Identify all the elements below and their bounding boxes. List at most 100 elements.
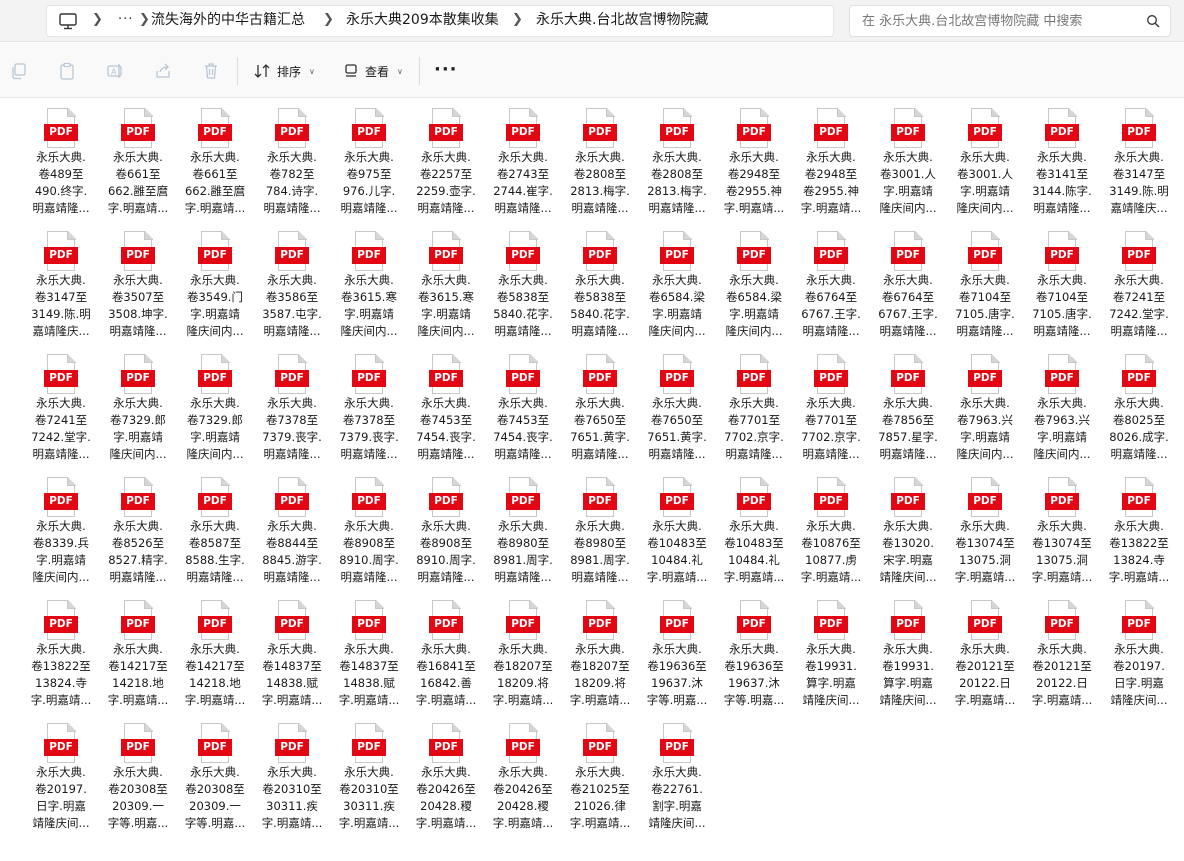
file-item[interactable]: PDF 永乐大典. 卷5838至 5840.花字. 明嘉靖隆... — [485, 227, 561, 340]
file-item[interactable]: PDF 永乐大典. 卷8908至 8910.周字. 明嘉靖隆... — [408, 473, 484, 586]
file-item[interactable]: PDF 永乐大典. 卷10483至 10484.礼 字.明嘉靖... — [639, 473, 715, 586]
search-icon[interactable] — [1146, 14, 1160, 28]
rename-icon[interactable]: A — [106, 62, 124, 80]
file-item[interactable]: PDF 永乐大典. 卷7963.兴 字.明嘉靖 隆庆间内... — [947, 350, 1023, 463]
file-item[interactable]: PDF 永乐大典. 卷3549.门 字.明嘉靖 隆庆间内... — [177, 227, 253, 340]
file-item[interactable]: PDF 永乐大典. 卷8980至 8981.周字. 明嘉靖隆... — [562, 473, 638, 586]
file-item[interactable]: PDF 永乐大典. 卷6764至 6767.王字. 明嘉靖隆... — [793, 227, 869, 340]
file-item[interactable]: PDF 永乐大典. 卷3001.人 字.明嘉靖 隆庆间内... — [870, 104, 946, 217]
file-item[interactable]: PDF 永乐大典. 卷6584.梁 字.明嘉靖 隆庆间内... — [716, 227, 792, 340]
file-item[interactable]: PDF 永乐大典. 卷8025至 8026.成字. 明嘉靖隆... — [1101, 350, 1177, 463]
file-item[interactable]: PDF 永乐大典. 卷7856至 7857.星字. 明嘉靖隆... — [870, 350, 946, 463]
file-item[interactable]: PDF 永乐大典. 卷2948至 卷2955.神 字.明嘉靖... — [716, 104, 792, 217]
file-item[interactable]: PDF 永乐大典. 卷6764至 6767.王字. 明嘉靖隆... — [870, 227, 946, 340]
file-item[interactable]: PDF 永乐大典. 卷7650至 7651.黄字. 明嘉靖隆... — [562, 350, 638, 463]
file-item[interactable]: PDF 永乐大典. 卷21025至 21026.律 字.明嘉靖... — [562, 719, 638, 832]
paste-icon[interactable] — [58, 62, 76, 80]
file-item[interactable]: PDF 永乐大典. 卷20308至 20309.一 字等.明嘉... — [100, 719, 176, 832]
file-item[interactable]: PDF 永乐大典. 卷7241至 7242.堂字. 明嘉靖隆... — [23, 350, 99, 463]
copy-icon[interactable] — [10, 62, 28, 80]
file-item[interactable]: PDF 永乐大典. 卷3507至 3508.坤字. 明嘉靖隆... — [100, 227, 176, 340]
file-item[interactable]: PDF 永乐大典. 卷13074至 13075.洞 字.明嘉靖... — [947, 473, 1023, 586]
file-item[interactable]: PDF 永乐大典. 卷3141至 3144.陈字. 明嘉靖隆... — [1024, 104, 1100, 217]
file-item[interactable]: PDF 永乐大典. 卷975至 976.儿字. 明嘉靖隆... — [331, 104, 407, 217]
file-item[interactable]: PDF 永乐大典. 卷16841至 16842.善 字.明嘉靖... — [408, 596, 484, 709]
file-item[interactable]: PDF 永乐大典. 卷10876至 10877.虏 字.明嘉靖... — [793, 473, 869, 586]
file-item[interactable]: PDF 永乐大典. 卷7963.兴 字.明嘉靖 隆庆间内... — [1024, 350, 1100, 463]
file-item[interactable]: PDF 永乐大典. 卷20121至 20122.日 字.明嘉靖... — [947, 596, 1023, 709]
file-item[interactable]: PDF 永乐大典. 卷20310至 30311.疾 字.明嘉靖... — [331, 719, 407, 832]
file-item[interactable]: PDF 永乐大典. 卷2808至 2813.梅字. 明嘉靖隆... — [562, 104, 638, 217]
file-item[interactable]: PDF 永乐大典. 卷22761. 割字.明嘉 靖隆庆间... — [639, 719, 715, 832]
breadcrumb-item-current[interactable]: 永乐大典.台北故宫博物院藏 — [536, 10, 708, 30]
file-item[interactable]: PDF 永乐大典. 卷3615.寒 字.明嘉靖 隆庆间内... — [408, 227, 484, 340]
file-item[interactable]: PDF 永乐大典. 卷8526至 8527.精字. 明嘉靖隆... — [100, 473, 176, 586]
file-item[interactable]: PDF 永乐大典. 卷7701至 7702.京字. 明嘉靖隆... — [716, 350, 792, 463]
file-item[interactable]: PDF 永乐大典. 卷7329.郎 字.明嘉靖 隆庆间内... — [177, 350, 253, 463]
monitor-icon[interactable] — [58, 10, 78, 32]
file-item[interactable]: PDF 永乐大典. 卷13822至 13824.寺 字.明嘉靖... — [23, 596, 99, 709]
file-item[interactable]: PDF 永乐大典. 卷489至 490.终字. 明嘉靖隆... — [23, 104, 99, 217]
breadcrumb-item-folder[interactable]: 永乐大典209本散集收集 — [346, 10, 499, 30]
file-item[interactable]: PDF 永乐大典. 卷2257至 2259.壶字. 明嘉靖隆... — [408, 104, 484, 217]
file-item[interactable]: PDF 永乐大典. 卷7650至 7651.黄字. 明嘉靖隆... — [639, 350, 715, 463]
file-item[interactable]: PDF 永乐大典. 卷5838至 5840.花字. 明嘉靖隆... — [562, 227, 638, 340]
file-item[interactable]: PDF 永乐大典. 卷13822至 13824.寺 字.明嘉靖... — [1101, 473, 1177, 586]
file-item[interactable]: PDF 永乐大典. 卷7453至 7454.丧字. 明嘉靖隆... — [408, 350, 484, 463]
file-item[interactable]: PDF 永乐大典. 卷8980至 8981.周字. 明嘉靖隆... — [485, 473, 561, 586]
more-options-button[interactable]: ··· — [434, 60, 458, 80]
file-item[interactable]: PDF 永乐大典. 卷661至 662.雝至麿 字.明嘉靖... — [100, 104, 176, 217]
file-item[interactable]: PDF 永乐大典. 卷8587至 8588.生字. 明嘉靖隆... — [177, 473, 253, 586]
file-item[interactable]: PDF 永乐大典. 卷7378至 7379.丧字. 明嘉靖隆... — [331, 350, 407, 463]
file-item[interactable]: PDF 永乐大典. 卷8908至 8910.周字. 明嘉靖隆... — [331, 473, 407, 586]
file-item[interactable]: PDF 永乐大典. 卷14837至 14838.赋 字.明嘉靖... — [254, 596, 330, 709]
file-item[interactable]: PDF 永乐大典. 卷20426至 20428.稷 字.明嘉靖... — [485, 719, 561, 832]
file-item[interactable]: PDF 永乐大典. 卷2808至 2813.梅字. 明嘉靖隆... — [639, 104, 715, 217]
file-item[interactable]: PDF 永乐大典. 卷3615.寒 字.明嘉靖 隆庆间内... — [331, 227, 407, 340]
file-item[interactable]: PDF 永乐大典. 卷3586至 3587.屯字. 明嘉靖隆... — [254, 227, 330, 340]
file-item[interactable]: PDF 永乐大典. 卷13020. 宋字.明嘉 靖隆庆间... — [870, 473, 946, 586]
file-item[interactable]: PDF 永乐大典. 卷19931. 算字.明嘉 靖隆庆间... — [793, 596, 869, 709]
file-item[interactable]: PDF 永乐大典. 卷7453至 7454.丧字. 明嘉靖隆... — [485, 350, 561, 463]
breadcrumb-overflow-button[interactable]: ··· — [118, 10, 133, 30]
delete-icon[interactable] — [202, 62, 220, 80]
file-item[interactable]: PDF 永乐大典. 卷3001.人 字.明嘉靖 隆庆间内... — [947, 104, 1023, 217]
file-item[interactable]: PDF 永乐大典. 卷14837至 14838.赋 字.明嘉靖... — [331, 596, 407, 709]
file-item[interactable]: PDF 永乐大典. 卷7329.郎 字.明嘉靖 隆庆间内... — [100, 350, 176, 463]
file-item[interactable]: PDF 永乐大典. 卷2743至 2744.崔字. 明嘉靖隆... — [485, 104, 561, 217]
file-item[interactable]: PDF 永乐大典. 卷20310至 30311.疾 字.明嘉靖... — [254, 719, 330, 832]
file-item[interactable]: PDF 永乐大典. 卷2948至 卷2955.神 字.明嘉靖... — [793, 104, 869, 217]
file-item[interactable]: PDF 永乐大典. 卷3147至 3149.陈.明 嘉靖隆庆... — [23, 227, 99, 340]
file-item[interactable]: PDF 永乐大典. 卷3147至 3149.陈.明 嘉靖隆庆... — [1101, 104, 1177, 217]
search-box[interactable] — [849, 5, 1171, 37]
file-item[interactable]: PDF 永乐大典. 卷782至 784.诗字. 明嘉靖隆... — [254, 104, 330, 217]
file-item[interactable]: PDF 永乐大典. 卷661至 662.雝至麿 字.明嘉靖... — [177, 104, 253, 217]
file-item[interactable]: PDF 永乐大典. 卷19931. 算字.明嘉 靖隆庆间... — [870, 596, 946, 709]
file-item[interactable]: PDF 永乐大典. 卷7104至 7105.唐字. 明嘉靖隆... — [947, 227, 1023, 340]
file-item[interactable]: PDF 永乐大典. 卷10483至 10484.礼 字.明嘉靖... — [716, 473, 792, 586]
file-item[interactable]: PDF 永乐大典. 卷19636至 19637.沐 字等.明嘉... — [716, 596, 792, 709]
file-item[interactable]: PDF 永乐大典. 卷14217至 14218.地 字.明嘉靖... — [177, 596, 253, 709]
file-item[interactable]: PDF 永乐大典. 卷18207至 18209.将 字.明嘉靖... — [485, 596, 561, 709]
view-button[interactable]: 查看 ∨ — [343, 59, 403, 83]
file-item[interactable]: PDF 永乐大典. 卷20121至 20122.日 字.明嘉靖... — [1024, 596, 1100, 709]
file-item[interactable]: PDF 永乐大典. 卷18207至 18209.将 字.明嘉靖... — [562, 596, 638, 709]
file-item[interactable]: PDF 永乐大典. 卷20426至 20428.稷 字.明嘉靖... — [408, 719, 484, 832]
file-item[interactable]: PDF 永乐大典. 卷20197. 日字.明嘉 靖隆庆间... — [1101, 596, 1177, 709]
sort-button[interactable]: 排序 ∨ — [253, 59, 315, 83]
search-input[interactable] — [862, 6, 1134, 36]
file-item[interactable]: PDF 永乐大典. 卷7378至 7379.丧字. 明嘉靖隆... — [254, 350, 330, 463]
file-item[interactable]: PDF 永乐大典. 卷13074至 13075.洞 字.明嘉靖... — [1024, 473, 1100, 586]
file-item[interactable]: PDF 永乐大典. 卷6584.梁 字.明嘉靖 隆庆间内... — [639, 227, 715, 340]
file-item[interactable]: PDF 永乐大典. 卷20308至 20309.一 字等.明嘉... — [177, 719, 253, 832]
file-item[interactable]: PDF 永乐大典. 卷19636至 19637.沐 字等.明嘉... — [639, 596, 715, 709]
file-item[interactable]: PDF 永乐大典. 卷8339.兵 字.明嘉靖 隆庆间内... — [23, 473, 99, 586]
file-item[interactable]: PDF 永乐大典. 卷8844至 8845.游字. 明嘉靖隆... — [254, 473, 330, 586]
file-item[interactable]: PDF 永乐大典. 卷7701至 7702.京字. 明嘉靖隆... — [793, 350, 869, 463]
file-item[interactable]: PDF 永乐大典. 卷20197. 日字.明嘉 靖隆庆间... — [23, 719, 99, 832]
breadcrumb-item-collection[interactable]: 流失海外的中华古籍汇总 — [151, 10, 305, 30]
file-item[interactable]: PDF 永乐大典. 卷7104至 7105.唐字. 明嘉靖隆... — [1024, 227, 1100, 340]
file-item[interactable]: PDF 永乐大典. 卷14217至 14218.地 字.明嘉靖... — [100, 596, 176, 709]
file-item[interactable]: PDF 永乐大典. 卷7241至 7242.堂字. 明嘉靖隆... — [1101, 227, 1177, 340]
share-icon[interactable] — [154, 62, 172, 80]
